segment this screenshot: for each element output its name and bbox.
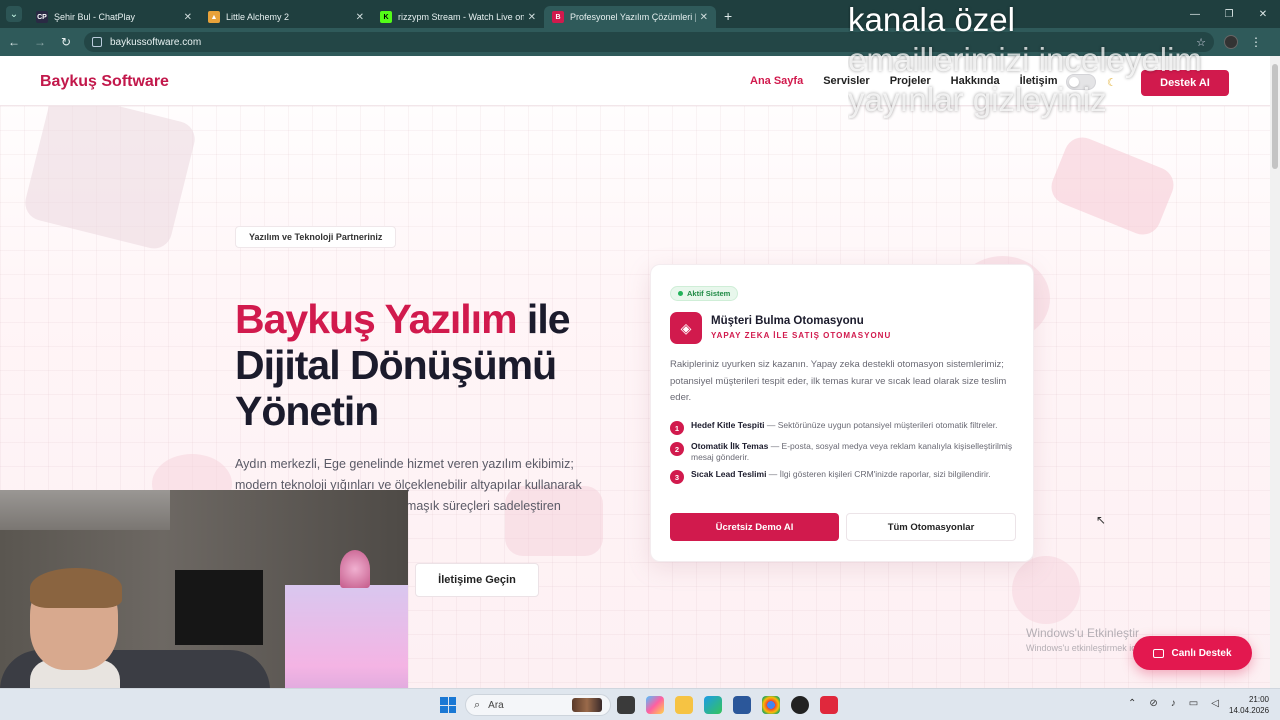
all-automations-button[interactable]: Tüm Otomasyonlar — [846, 513, 1016, 541]
nav-home[interactable]: Ana Sayfa — [750, 75, 803, 87]
hero-title-brand: Baykuş Yazılım — [235, 296, 518, 342]
step-text: Otomatik İlk Temas — E-posta, sosyal med… — [691, 441, 1015, 463]
search-placeholder: Ara — [488, 699, 504, 711]
tab-search-icon[interactable]: ⌄ — [6, 6, 22, 22]
webcam-lamp — [340, 550, 370, 588]
obs-icon[interactable] — [791, 696, 809, 714]
search-highlight-image — [572, 698, 602, 712]
stream-overlay-text: kanala özel emaillerimizi inceleyelim ya… — [848, 0, 1278, 120]
url-text: baykussoftware.com — [110, 36, 202, 48]
baykus-favicon-icon: B — [552, 11, 564, 23]
step-text: Sıcak Lead Teslimi — İlgi gösteren kişil… — [691, 469, 991, 484]
close-tab-icon[interactable]: ✕ — [356, 12, 364, 23]
hero-title-part: ile — [516, 296, 571, 342]
hero-title-line3: Yönetin — [235, 388, 379, 434]
chrome-icon[interactable] — [762, 696, 780, 714]
card-title: Müşteri Bulma Otomasyonu — [711, 315, 864, 327]
windows-taskbar: ⌕ Ara ⌃ ⊘ ♪ ▭ ◁ 21:00 14.04.2026 — [0, 688, 1280, 720]
contact-button[interactable]: İletişime Geçin — [415, 563, 539, 597]
status-dot-icon — [678, 291, 683, 296]
webcam-monitor — [175, 570, 263, 645]
list-item: 3 Sıcak Lead Teslimi — İlgi gösteren kiş… — [670, 469, 1015, 484]
windows-start-icon[interactable] — [440, 697, 456, 713]
tab-label: Şehir Bul - ChatPlay — [54, 12, 136, 22]
mouse-cursor-icon: ↖ — [1096, 513, 1107, 527]
forward-icon[interactable]: → — [28, 35, 52, 49]
recorder-icon[interactable] — [820, 696, 838, 714]
reload-icon[interactable]: ↻ — [54, 35, 78, 49]
step-body: — İlgi gösteren kişileri CRM'inizde rapo… — [766, 469, 991, 479]
step-number: 2 — [670, 442, 684, 456]
webcam-person-hair — [30, 568, 122, 608]
back-icon[interactable]: ← — [2, 35, 26, 49]
webcam-window — [0, 490, 170, 530]
overlay-line-1: kanala özel — [848, 1, 1015, 38]
copilot-icon[interactable] — [646, 696, 664, 714]
hero-badge: Yazılım ve Teknoloji Partneriniz — [235, 226, 397, 248]
step-list: 1 Hedef Kitle Tespiti — Sektörünüze uygu… — [670, 420, 1015, 490]
site-logo[interactable]: Baykuş Software — [40, 73, 169, 91]
search-icon: ⌕ — [474, 698, 481, 711]
microphone-icon[interactable]: ♪ — [1171, 698, 1176, 709]
tab-chatplay[interactable]: CP Şehir Bul - ChatPlay ✕ — [28, 6, 200, 28]
list-item: 2 Otomatik İlk Temas — E-posta, sosyal m… — [670, 441, 1015, 463]
file-explorer-icon[interactable] — [675, 696, 693, 714]
step-text: Hedef Kitle Tespiti — Sektörünüze uygun … — [691, 420, 997, 435]
store-icon[interactable] — [733, 696, 751, 714]
card-description: Rakipleriniz uyurken siz kazanın. Yapay … — [670, 359, 1007, 403]
site-info-icon[interactable] — [92, 37, 102, 47]
step-title: Hedef Kitle Tespiti — [691, 420, 765, 430]
close-tab-icon[interactable]: ✕ — [528, 12, 536, 23]
list-item: 1 Hedef Kitle Tespiti — Sektörünüze uygu… — [670, 420, 1015, 435]
card-subtitle: YAPAY ZEKA İLE SATIŞ OTOMASYONU — [711, 331, 892, 340]
edge-icon[interactable] — [704, 696, 722, 714]
page-scrollbar[interactable] — [1270, 56, 1280, 688]
clock-date: 14.04.2026 — [1229, 706, 1270, 715]
tab-label: Little Alchemy 2 — [226, 12, 290, 22]
step-title: Otomatik İlk Temas — [691, 441, 769, 451]
layers-icon: ◈ — [670, 312, 702, 344]
hero-title: Baykuş Yazılım ile Dijital Dönüşümü Yöne… — [235, 296, 635, 434]
taskbar-apps — [617, 696, 838, 714]
step-number: 1 — [670, 421, 684, 435]
webcam-overlay — [0, 490, 408, 720]
tab-label: Profesyonel Yazılım Çözümleri | — [570, 12, 696, 22]
decor-circle — [1012, 556, 1080, 624]
volume-icon[interactable]: ◁ — [1211, 698, 1219, 709]
step-number: 3 — [670, 470, 684, 484]
step-body: — Sektörünüze uygun potansiyel müşterile… — [764, 420, 998, 430]
status-label: Aktif Sistem — [687, 289, 731, 298]
clock-time: 21:00 — [1248, 695, 1269, 704]
chat-icon — [1153, 648, 1165, 658]
chatplay-favicon-icon: CP — [36, 11, 48, 23]
task-view-icon[interactable] — [617, 696, 635, 714]
tab-baykus-software[interactable]: B Profesyonel Yazılım Çözümleri | ✕ — [544, 6, 716, 28]
network-icon[interactable]: ⊘ — [1149, 698, 1157, 709]
overlay-line-3: yayınlar gizleyiniz — [848, 81, 1107, 118]
automation-card: Aktif Sistem ◈ Müşteri Bulma Otomasyonu … — [650, 264, 1034, 562]
step-title: Sıcak Lead Teslimi — [691, 469, 767, 479]
monitor-icon[interactable]: ▭ — [1189, 698, 1198, 709]
live-support-button[interactable]: Canlı Destek — [1133, 636, 1252, 670]
free-demo-button[interactable]: Ücretsiz Demo Al — [670, 513, 839, 541]
overlay-line-2: emaillerimizi inceleyelim — [848, 41, 1202, 78]
taskbar-clock[interactable]: 21:00 14.04.2026 — [1229, 694, 1269, 716]
live-support-label: Canlı Destek — [1171, 647, 1232, 659]
tab-kick-stream[interactable]: K rizzypm Stream - Watch Live on ✕ — [372, 6, 544, 28]
new-tab-icon[interactable]: + — [724, 8, 732, 24]
tab-label: rizzypm Stream - Watch Live on — [398, 12, 524, 22]
alchemy-favicon-icon: ▲ — [208, 11, 220, 23]
kick-favicon-icon: K — [380, 11, 392, 23]
status-badge: Aktif Sistem — [670, 286, 739, 301]
taskbar-search-input[interactable]: ⌕ Ara — [465, 694, 611, 716]
close-tab-icon[interactable]: ✕ — [184, 12, 192, 23]
tab-little-alchemy[interactable]: ▲ Little Alchemy 2 ✕ — [200, 6, 372, 28]
hero-title-line2: Dijital Dönüşümü — [235, 342, 557, 388]
close-tab-icon[interactable]: ✕ — [700, 12, 708, 23]
tray-chevron-icon[interactable]: ⌃ — [1128, 698, 1136, 709]
system-tray: ⌃ ⊘ ♪ ▭ ◁ — [1128, 698, 1219, 709]
